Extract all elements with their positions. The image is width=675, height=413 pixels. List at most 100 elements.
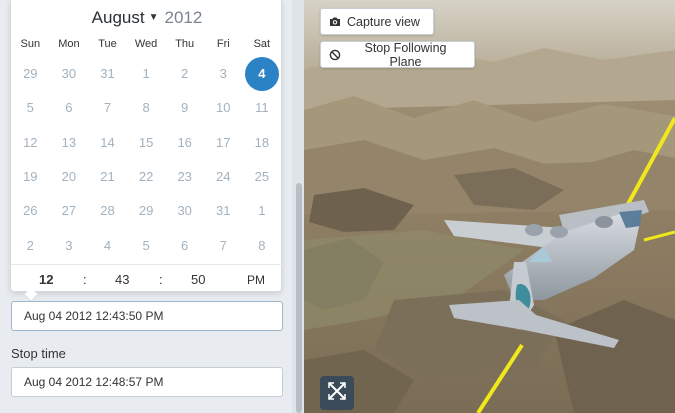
calendar-day-number: 19	[23, 169, 38, 185]
calendar-day[interactable]: 6	[50, 91, 89, 125]
calendar-day[interactable]: 24	[204, 160, 243, 194]
time-separator: :	[83, 272, 87, 287]
calendar-day[interactable]: 25	[243, 160, 282, 194]
minute-field[interactable]: 43	[115, 272, 129, 287]
calendar-day-number: 18	[254, 134, 270, 150]
calendar-day[interactable]: 1	[243, 194, 282, 228]
calendar-day-number: 8	[258, 237, 266, 253]
exit-fullscreen-button[interactable]	[320, 376, 354, 410]
calendar-day[interactable]: 1	[127, 57, 166, 91]
calendar-day[interactable]: 9	[165, 91, 204, 125]
calendar-day[interactable]: 23	[165, 160, 204, 194]
calendar-day-number: 26	[23, 203, 38, 219]
date-picker: August ▼ 2012 Sun Mon Tue Wed Thu Fri Sat 29 30 31…	[10, 0, 283, 292]
calendar-day-number: 30	[61, 66, 77, 82]
stop-following-plane-button[interactable]: Stop Following Plane	[320, 40, 475, 69]
calendar-day[interactable]: 31	[88, 57, 127, 91]
calendar-week-row: 26 27 28 29 30 31 1	[11, 194, 283, 228]
calendar-day-number: 29	[23, 66, 38, 82]
calendar-day[interactable]: 8	[127, 91, 166, 125]
calendar-day-number: 14	[100, 134, 115, 150]
calendar-day[interactable]: 13	[50, 126, 89, 160]
calendar-day-number: 4	[103, 237, 112, 253]
calendar-day-number: 6	[181, 237, 189, 253]
calendar-day-number: 23	[177, 169, 192, 185]
calendar-day-number: 27	[61, 203, 77, 219]
calendar-day[interactable]: 26	[11, 194, 50, 228]
calendar-day[interactable]: 29	[11, 57, 50, 91]
camera-icon	[329, 16, 341, 27]
calendar-day[interactable]: 5	[127, 229, 166, 263]
calendar-day[interactable]: 15	[127, 126, 166, 160]
scrollbar-thumb[interactable]	[296, 183, 302, 413]
weekday-label: Tue	[98, 38, 117, 50]
calendar-day-number: 11	[255, 100, 269, 116]
weekday-header-row: Sun Mon Tue Wed Thu Fri Sat	[11, 38, 283, 50]
capture-view-button[interactable]: Capture view	[320, 8, 434, 35]
calendar-day[interactable]: 17	[204, 126, 243, 160]
calendar-day[interactable]: 7	[88, 91, 127, 125]
capture-view-label: Capture view	[347, 14, 420, 29]
calendar-day[interactable]: 4	[88, 229, 127, 263]
start-time-input[interactable]: Aug 04 2012 12:43:50 PM	[11, 301, 283, 331]
calendar-day[interactable]: 3	[50, 229, 89, 263]
calendar-day-number: 13	[61, 134, 77, 150]
ampm-toggle[interactable]: PM	[247, 273, 265, 287]
weekday-label: Fri	[216, 38, 230, 50]
second-field[interactable]: 50	[191, 272, 205, 287]
calendar-day[interactable]: 12	[11, 126, 50, 160]
calendar-day[interactable]: 29	[127, 194, 166, 228]
calendar-day-number: 3	[219, 66, 227, 82]
weekday-label: Sun	[20, 38, 41, 50]
calendar-day-number: 1	[142, 66, 150, 82]
calendar-day-number: 12	[23, 134, 38, 150]
calendar-day-number: 3	[65, 237, 73, 253]
calendar-day-number: 5	[26, 100, 34, 116]
calendar-day-number: 1	[258, 203, 266, 219]
calendar-day-number: 9	[181, 100, 189, 116]
calendar-day-number: 16	[177, 134, 192, 150]
stop-following-label: Stop Following Plane	[364, 40, 447, 69]
calendar-day[interactable]: 20	[50, 160, 89, 194]
calendar-day-number: 22	[138, 169, 154, 185]
calendar-day[interactable]: 6	[165, 229, 204, 263]
calendar-day[interactable]: 10	[204, 91, 243, 125]
calendar-day[interactable]: 27	[50, 194, 89, 228]
calendar-day[interactable]: 14	[88, 126, 127, 160]
hour-field[interactable]: 12	[39, 272, 53, 287]
calendar-day[interactable]: 18	[243, 126, 282, 160]
calendar-day[interactable]: 5	[11, 91, 50, 125]
calendar-day-number: 28	[100, 203, 115, 219]
calendar-day[interactable]: 31	[204, 194, 243, 228]
stop-time-input[interactable]: Aug 04 2012 12:48:57 PM	[11, 367, 283, 397]
calendar-day-number: 17	[216, 134, 231, 150]
calendar-day[interactable]: 16	[165, 126, 204, 160]
calendar-day-number: 5	[142, 237, 150, 253]
calendar-week-row: 19 20 21 22 23 24 25	[11, 160, 283, 194]
calendar-day-number: 20	[61, 169, 77, 185]
calendar-day[interactable]: 11	[243, 91, 282, 125]
calendar-day-number: 2	[181, 66, 189, 82]
month-select[interactable]: August	[92, 8, 145, 27]
calendar-day[interactable]: 19	[11, 160, 50, 194]
calendar-day[interactable]: 3	[204, 57, 243, 91]
calendar-week-row: 5 6 7 8 9 10 11	[11, 91, 283, 125]
calendar-day[interactable]: 28	[88, 194, 127, 228]
calendar-day[interactable]: 2	[11, 229, 50, 263]
calendar-day[interactable]: 30	[50, 57, 89, 91]
calendar-day[interactable]: 22	[127, 160, 166, 194]
time-settings-panel: August ▼ 2012 Sun Mon Tue Wed Thu Fri Sat 29 30 31…	[0, 0, 304, 413]
calendar-day[interactable]: 2	[165, 57, 204, 91]
calendar-day[interactable]: 4	[243, 57, 282, 92]
weekday-label: Thu	[175, 38, 195, 50]
caret-down-icon[interactable]: ▼	[149, 12, 159, 23]
calendar-day[interactable]: 21	[88, 160, 127, 194]
year-select[interactable]: 2012	[165, 8, 203, 27]
calendar-day-number: 7	[103, 100, 112, 116]
weekday-label: Mon	[58, 38, 80, 50]
calendar-day[interactable]: 7	[204, 229, 243, 263]
calendar-day[interactable]: 30	[165, 194, 204, 228]
calendar-grid: 29 30 31 1 2 3 4 5 6 7 8 9 10 11 12 13 14 15 16 17 18 19 20 21 2…	[11, 57, 283, 263]
calendar-day[interactable]: 8	[243, 229, 282, 263]
time-picker: 12 : 43 : 50 PM	[11, 264, 283, 292]
